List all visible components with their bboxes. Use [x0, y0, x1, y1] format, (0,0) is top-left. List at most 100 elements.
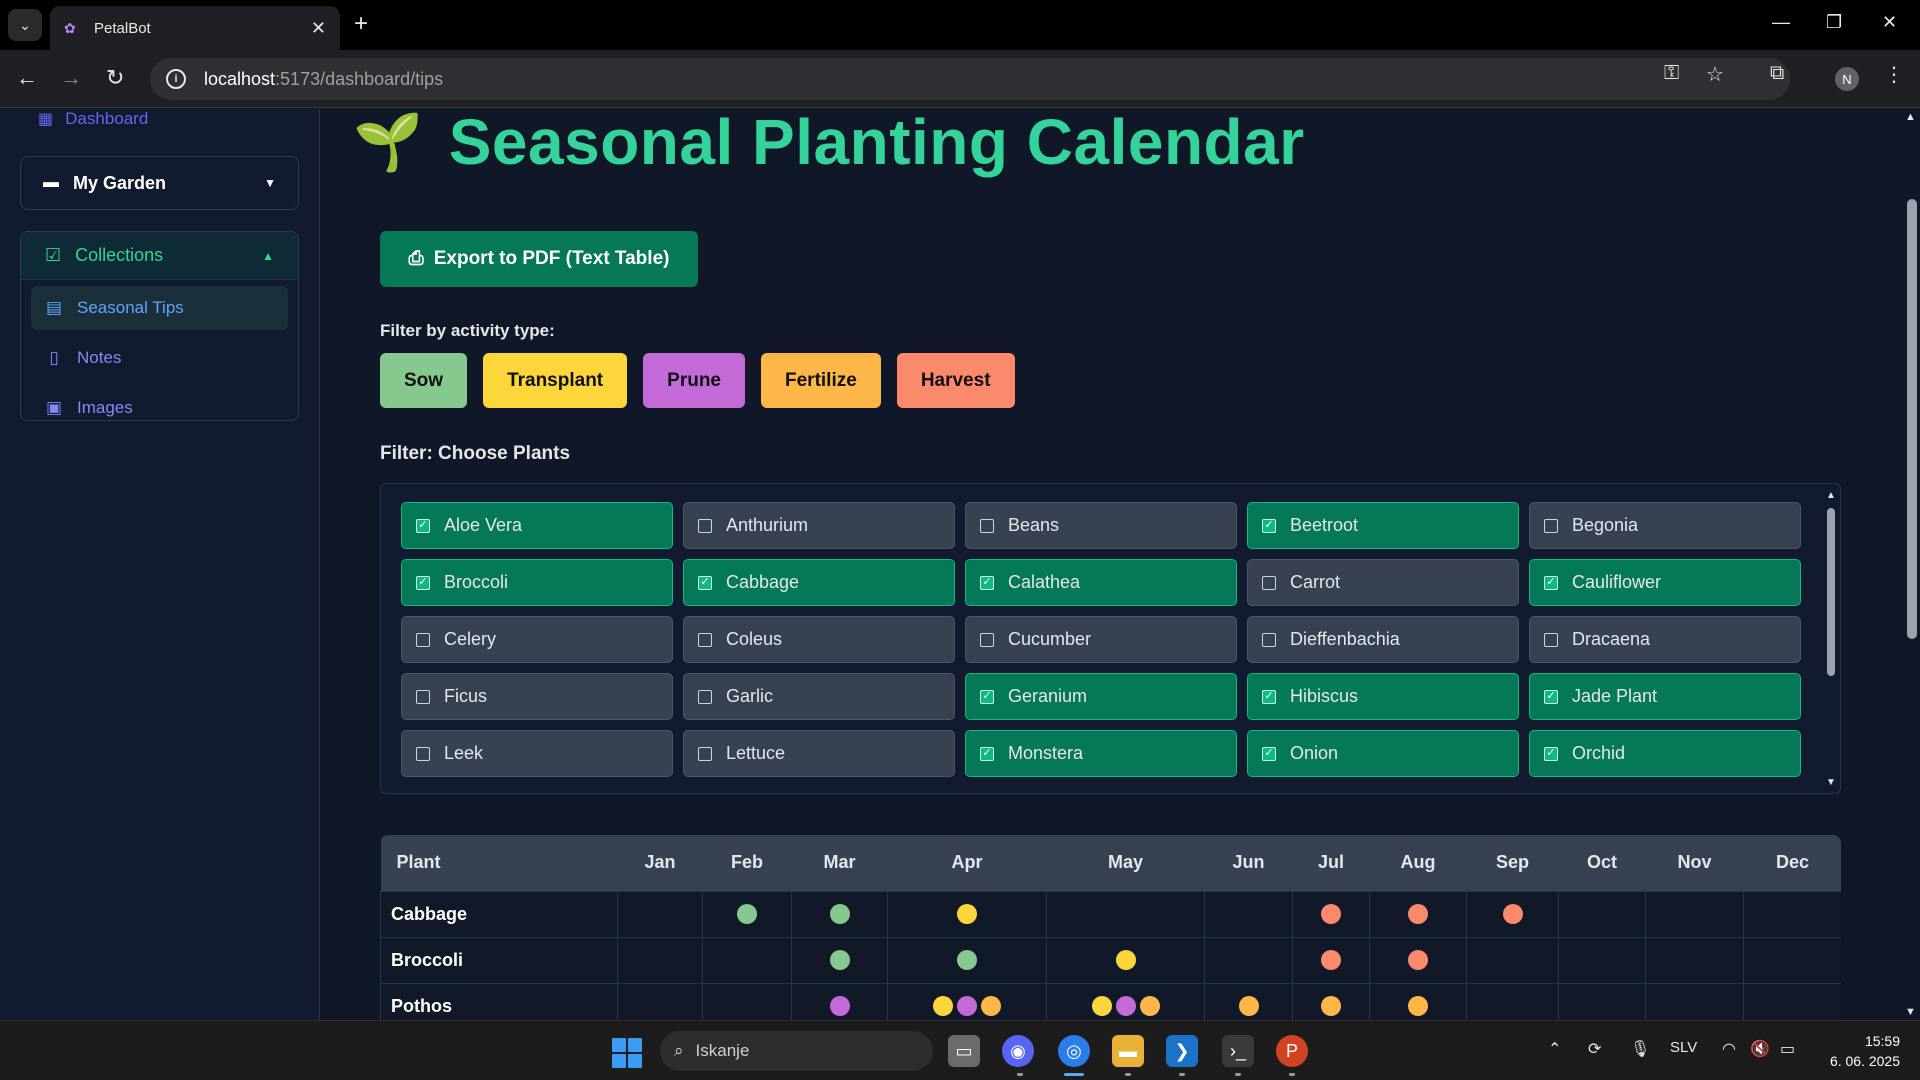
- activity-dot-harvest[interactable]: [1408, 904, 1428, 924]
- collections-toggle[interactable]: ☑ Collections ▲: [21, 232, 298, 280]
- my-garden-dropdown[interactable]: ▬ My Garden ▼: [20, 156, 299, 210]
- taskbar-search[interactable]: ⌕ Iskanje: [660, 1031, 933, 1071]
- plant-option[interactable]: ✓ Geranium: [965, 673, 1237, 720]
- plant-option[interactable]: ✓ Jade Plant: [1529, 673, 1801, 720]
- plant-option[interactable]: Garlic: [683, 673, 955, 720]
- plant-option[interactable]: Beans: [965, 502, 1237, 549]
- checkbox-unchecked-icon[interactable]: [1262, 575, 1276, 590]
- plant-option[interactable]: Dieffenbachia: [1247, 616, 1519, 663]
- activity-dot-transplant[interactable]: [933, 996, 953, 1016]
- checkbox-checked-icon[interactable]: ✓: [980, 575, 994, 590]
- language-indicator[interactable]: SLV: [1670, 1039, 1697, 1056]
- windows-start-icon[interactable]: [612, 1038, 642, 1068]
- sync-icon[interactable]: ⟳: [1588, 1039, 1601, 1059]
- checkbox-unchecked-icon[interactable]: [980, 518, 994, 533]
- plant-option[interactable]: Carrot: [1247, 559, 1519, 606]
- sidebar-item-images[interactable]: ▣ Images: [31, 386, 288, 430]
- checkbox-checked-icon[interactable]: ✓: [1262, 746, 1276, 761]
- plant-option[interactable]: ✓ Calathea: [965, 559, 1237, 606]
- close-window-icon[interactable]: ✕: [1882, 12, 1897, 33]
- scroll-thumb[interactable]: [1827, 508, 1835, 676]
- terminal-icon[interactable]: ›_: [1222, 1035, 1254, 1067]
- plant-option[interactable]: Lettuce: [683, 730, 955, 777]
- plant-option[interactable]: ✓ Aloe Vera: [401, 502, 673, 549]
- checkbox-checked-icon[interactable]: ✓: [698, 575, 712, 590]
- plant-filter-list[interactable]: ✓ Aloe Vera Anthurium Beans ✓ Beetroot Begonia…: [380, 483, 1841, 794]
- password-key-icon[interactable]: ⚿: [1664, 62, 1679, 85]
- wifi-icon[interactable]: ◠: [1722, 1039, 1736, 1059]
- bookmark-star-icon[interactable]: ☆: [1706, 62, 1724, 87]
- checkbox-unchecked-icon[interactable]: [416, 689, 430, 704]
- plant-option[interactable]: ✓ Onion: [1247, 730, 1519, 777]
- sidebar-item-dashboard[interactable]: ▦ Dashboard: [38, 109, 148, 129]
- checkbox-checked-icon[interactable]: ✓: [416, 575, 430, 590]
- checkbox-unchecked-icon[interactable]: [1544, 518, 1558, 533]
- activity-dot-fertilize[interactable]: [1238, 996, 1259, 1016]
- activity-dot-harvest[interactable]: [1321, 950, 1341, 970]
- activity-filter-sow[interactable]: Sow: [380, 353, 468, 408]
- checkbox-checked-icon[interactable]: ✓: [1262, 689, 1276, 704]
- checkbox-unchecked-icon[interactable]: [416, 632, 430, 647]
- sidebar-item-notes[interactable]: ▯ Notes: [31, 336, 288, 380]
- plant-option[interactable]: Leek: [401, 730, 673, 777]
- plant-option[interactable]: ✓ Cauliflower: [1529, 559, 1801, 606]
- plant-option[interactable]: ✓ Beetroot: [1247, 502, 1519, 549]
- forward-icon[interactable]: →: [60, 66, 82, 90]
- activity-filter-harvest[interactable]: Harvest: [896, 353, 1015, 408]
- checkbox-unchecked-icon[interactable]: [980, 632, 994, 647]
- task-view-icon[interactable]: ▭: [948, 1035, 980, 1067]
- activity-filter-fertilize[interactable]: Fertilize: [761, 353, 881, 408]
- plant-option[interactable]: Cucumber: [965, 616, 1237, 663]
- page-scrollbar[interactable]: ▲ ▼: [1902, 109, 1920, 1020]
- browser-tab[interactable]: ✿ PetalBot ✕: [50, 6, 340, 50]
- site-info-icon[interactable]: i: [166, 69, 186, 89]
- checkbox-checked-icon[interactable]: ✓: [980, 689, 994, 704]
- activity-dot-fertilize[interactable]: [1321, 996, 1341, 1016]
- scroll-down-icon[interactable]: ▼: [1826, 777, 1836, 788]
- page-scroll-thumb[interactable]: [1907, 199, 1917, 639]
- minimize-icon[interactable]: —: [1772, 12, 1790, 33]
- chrome-icon[interactable]: ◎: [1058, 1035, 1090, 1067]
- activity-filter-transplant[interactable]: Transplant: [483, 353, 628, 408]
- activity-dot-prune[interactable]: [1115, 996, 1136, 1016]
- export-pdf-button[interactable]: ⎙ Export to PDF (Text Table): [380, 231, 698, 287]
- activity-filter-prune[interactable]: Prune: [643, 353, 745, 408]
- activity-dot-fertilize[interactable]: [1139, 996, 1160, 1016]
- plant-option[interactable]: ✓ Hibiscus: [1247, 673, 1519, 720]
- plant-option[interactable]: Begonia: [1529, 502, 1801, 549]
- scroll-up-icon[interactable]: ▲: [1826, 490, 1836, 501]
- plant-option[interactable]: Celery: [401, 616, 673, 663]
- activity-dot-sow[interactable]: [957, 950, 977, 970]
- sidebar-item-seasonal-tips[interactable]: ▤ Seasonal Tips: [31, 286, 288, 330]
- profile-avatar[interactable]: N: [1835, 67, 1859, 91]
- activity-dot-harvest[interactable]: [1321, 904, 1341, 924]
- tray-overflow-chevron-icon[interactable]: ⌃: [1548, 1039, 1561, 1059]
- new-tab-button[interactable]: +: [354, 12, 368, 36]
- scroll-down-icon[interactable]: ▼: [1905, 1006, 1916, 1018]
- checkbox-checked-icon[interactable]: ✓: [1544, 575, 1558, 590]
- speaker-muted-icon[interactable]: 🔇: [1750, 1039, 1770, 1059]
- plant-option[interactable]: ✓ Monstera: [965, 730, 1237, 777]
- checkbox-checked-icon[interactable]: ✓: [1262, 518, 1276, 533]
- checkbox-unchecked-icon[interactable]: [698, 689, 712, 704]
- checkbox-unchecked-icon[interactable]: [1544, 632, 1558, 647]
- discord-icon[interactable]: ◉: [1002, 1035, 1034, 1067]
- activity-dot-sow[interactable]: [737, 904, 757, 924]
- tab-search-button[interactable]: ⌄: [8, 9, 42, 41]
- activity-dot-fertilize[interactable]: [1408, 996, 1428, 1016]
- checkbox-checked-icon[interactable]: ✓: [416, 518, 430, 533]
- activity-dot-transplant[interactable]: [1115, 950, 1136, 970]
- restore-icon[interactable]: ❐: [1826, 12, 1842, 33]
- back-icon[interactable]: ←: [16, 66, 38, 90]
- close-tab-icon[interactable]: ✕: [311, 18, 326, 39]
- activity-dot-prune[interactable]: [829, 996, 850, 1016]
- reload-icon[interactable]: ↻: [106, 66, 124, 90]
- checkbox-unchecked-icon[interactable]: [1262, 632, 1276, 647]
- activity-dot-sow[interactable]: [829, 904, 850, 924]
- activity-dot-transplant[interactable]: [1091, 996, 1112, 1016]
- battery-icon[interactable]: ▭: [1780, 1039, 1795, 1059]
- taskbar-clock[interactable]: 15:59 6. 06. 2025: [1810, 1031, 1900, 1071]
- checkbox-checked-icon[interactable]: ✓: [1544, 689, 1558, 704]
- scroll-up-icon[interactable]: ▲: [1905, 111, 1916, 123]
- activity-dot-harvest[interactable]: [1502, 904, 1523, 924]
